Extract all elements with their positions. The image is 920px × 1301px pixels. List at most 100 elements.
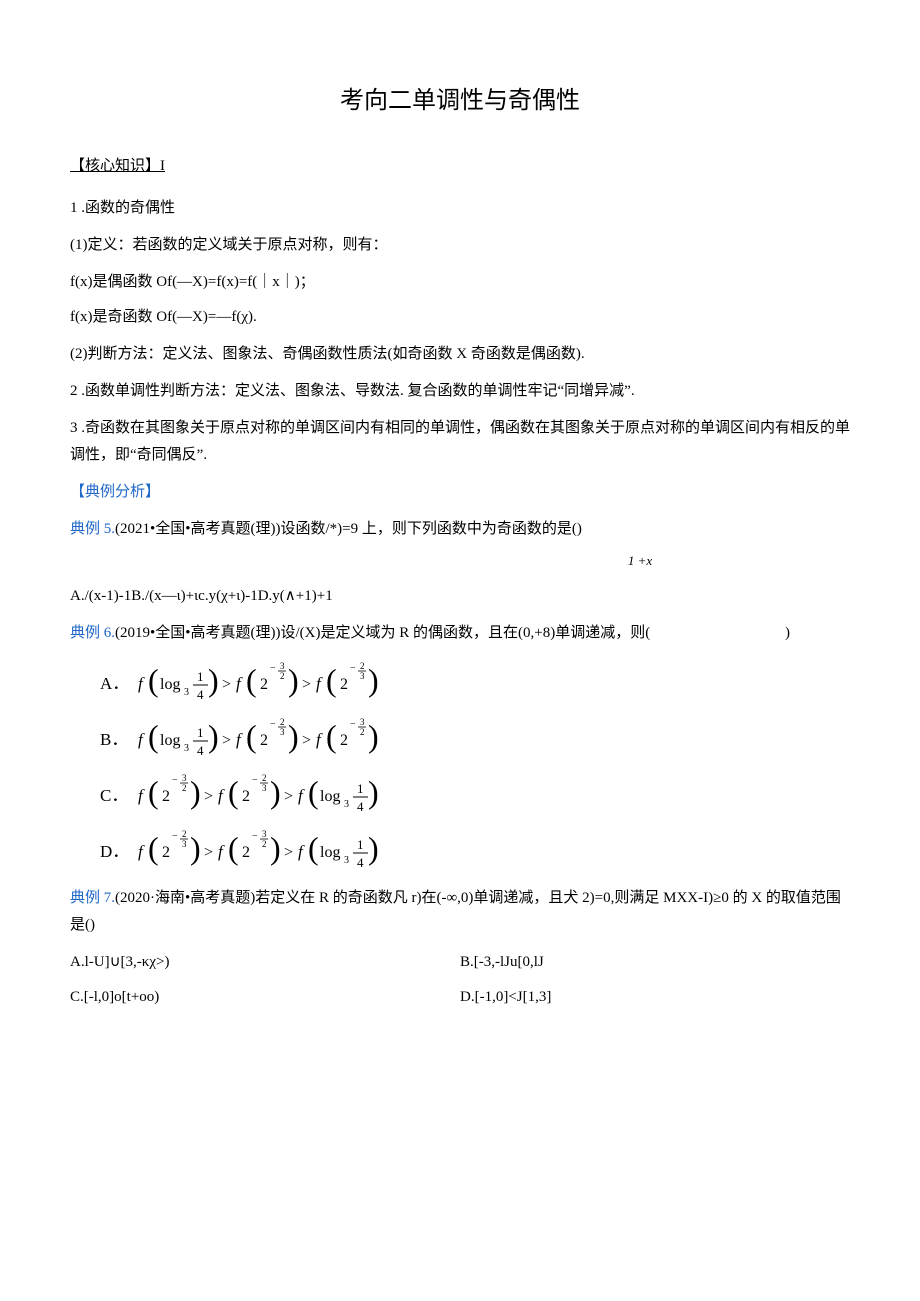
svg-text:A．: A． [100, 674, 129, 693]
svg-text:f: f [138, 730, 145, 749]
svg-text:(: ( [308, 830, 319, 866]
svg-text:4: 4 [357, 799, 364, 814]
example-5-text: (2021•全国•高考真题(理))设函数/*)=9 上，则下列函数中为奇函数的是… [115, 521, 582, 537]
svg-text:4: 4 [197, 687, 204, 702]
svg-text:f: f [316, 730, 323, 749]
svg-text:(: ( [228, 830, 239, 866]
svg-text:−: − [350, 719, 356, 730]
example-6-text: (2019•全国•高考真题(理))设/(X)是定义域为 R 的偶函数，且在(0,… [115, 625, 650, 641]
svg-text:1: 1 [357, 781, 364, 796]
svg-text:>: > [284, 788, 293, 805]
svg-text:log: log [320, 788, 340, 805]
example-7-options-row-2: C.[-l,0]o[t+oo) D.[-1,0]<J[1,3] [70, 984, 850, 1011]
svg-text:3: 3 [184, 743, 189, 754]
svg-text:−: − [270, 663, 276, 674]
svg-text:−: − [350, 663, 356, 674]
svg-text:B．: B． [100, 730, 128, 749]
svg-text:f: f [218, 842, 225, 861]
svg-text:f: f [298, 786, 305, 805]
svg-text:3: 3 [344, 855, 349, 866]
point-1: 1 .函数的奇偶性 [70, 195, 850, 222]
svg-text:3: 3 [184, 687, 189, 698]
example-6-option-d: D． f ( 2 − 2 3 ) > f ( 2 − 3 2 ) > f ( l… [100, 825, 850, 875]
svg-text:f: f [236, 730, 243, 749]
svg-text:(: ( [246, 718, 257, 754]
point-2: 2 .函数单调性判断方法：定义法、图象法、导数法. 复合函数的单调性牢记“同增异… [70, 378, 850, 405]
example-6-option-a: A． f ( log 3 1 4 ) > f ( 2 − 3 2 ) > f (… [100, 657, 850, 707]
svg-text:D．: D． [100, 842, 129, 861]
example-7-text: (2020·海南•高考真题)若定义在 R 的奇函数凡 r)在(-∞,0)单调递减… [70, 890, 841, 933]
svg-text:(: ( [326, 718, 337, 754]
example-7-option-d: D.[-1,0]<J[1,3] [460, 984, 850, 1011]
svg-text:−: − [252, 775, 258, 786]
definition-1: (1)定义：若函数的定义域关于原点对称，则有： [70, 232, 850, 259]
svg-text:f: f [138, 674, 145, 693]
svg-text:(: ( [308, 774, 319, 810]
svg-text:(: ( [228, 774, 239, 810]
svg-text:(: ( [148, 830, 159, 866]
svg-text:f: f [236, 674, 243, 693]
svg-text:>: > [204, 844, 213, 861]
example-6-closing-paren: ) [785, 620, 850, 647]
svg-text:2: 2 [340, 732, 348, 749]
svg-text:>: > [204, 788, 213, 805]
svg-text:2: 2 [260, 732, 268, 749]
svg-text:): ) [208, 718, 219, 754]
example-7-option-b: B.[-3,-lJu[0,lJ [460, 949, 850, 976]
svg-text:): ) [368, 774, 379, 810]
svg-text:2: 2 [360, 727, 365, 737]
svg-text:2: 2 [360, 661, 365, 671]
svg-text:>: > [302, 676, 311, 693]
svg-text:2: 2 [162, 844, 170, 861]
svg-text:f: f [138, 842, 145, 861]
svg-text:): ) [368, 662, 379, 698]
svg-text:C．: C． [100, 786, 128, 805]
svg-text:2: 2 [242, 788, 250, 805]
svg-text:log: log [320, 844, 340, 861]
svg-text:>: > [284, 844, 293, 861]
svg-text:4: 4 [357, 855, 364, 870]
svg-text:): ) [190, 830, 201, 866]
svg-text:(: ( [148, 774, 159, 810]
svg-text:1: 1 [357, 837, 364, 852]
svg-text:2: 2 [280, 671, 285, 681]
example-analysis-header: 【典例分析】 [70, 479, 850, 506]
svg-text:): ) [190, 774, 201, 810]
svg-text:>: > [222, 676, 231, 693]
svg-text:(: ( [326, 662, 337, 698]
svg-text:3: 3 [344, 799, 349, 810]
svg-text:3: 3 [280, 727, 285, 737]
svg-text:3: 3 [262, 829, 267, 839]
svg-text:−: − [252, 831, 258, 842]
example-7-options-row-1: A.l-U]∪[3,-κχ>) B.[-3,-lJu[0,lJ [70, 949, 850, 976]
example-7-label: 典例 7. [70, 890, 115, 906]
svg-text:f: f [138, 786, 145, 805]
svg-text:): ) [208, 662, 219, 698]
svg-text:): ) [270, 830, 281, 866]
svg-text:(: ( [246, 662, 257, 698]
core-knowledge-header: 【核心知识】I [70, 153, 850, 180]
svg-text:(: ( [148, 718, 159, 754]
svg-text:1: 1 [197, 725, 204, 740]
svg-text:3: 3 [360, 717, 365, 727]
svg-text:2: 2 [182, 829, 187, 839]
svg-text:>: > [222, 732, 231, 749]
odd-function-def: f(x)是奇函数 Of(—X)=—f(χ). [70, 304, 850, 331]
example-6: 典例 6.(2019•全国•高考真题(理))设/(X)是定义域为 R 的偶函数，… [70, 620, 850, 647]
svg-text:(: ( [148, 662, 159, 698]
svg-text:−: − [172, 831, 178, 842]
svg-text:−: − [172, 775, 178, 786]
svg-text:2: 2 [262, 773, 267, 783]
example-5-label: 典例 5. [70, 521, 115, 537]
svg-text:3: 3 [182, 773, 187, 783]
svg-text:4: 4 [197, 743, 204, 758]
svg-text:): ) [288, 718, 299, 754]
example-7: 典例 7.(2020·海南•高考真题)若定义在 R 的奇函数凡 r)在(-∞,0… [70, 885, 850, 939]
svg-text:): ) [288, 662, 299, 698]
svg-text:2: 2 [242, 844, 250, 861]
svg-text:2: 2 [280, 717, 285, 727]
svg-text:2: 2 [182, 783, 187, 793]
svg-text:log: log [160, 732, 180, 749]
svg-text:3: 3 [182, 839, 187, 849]
svg-text:3: 3 [360, 671, 365, 681]
